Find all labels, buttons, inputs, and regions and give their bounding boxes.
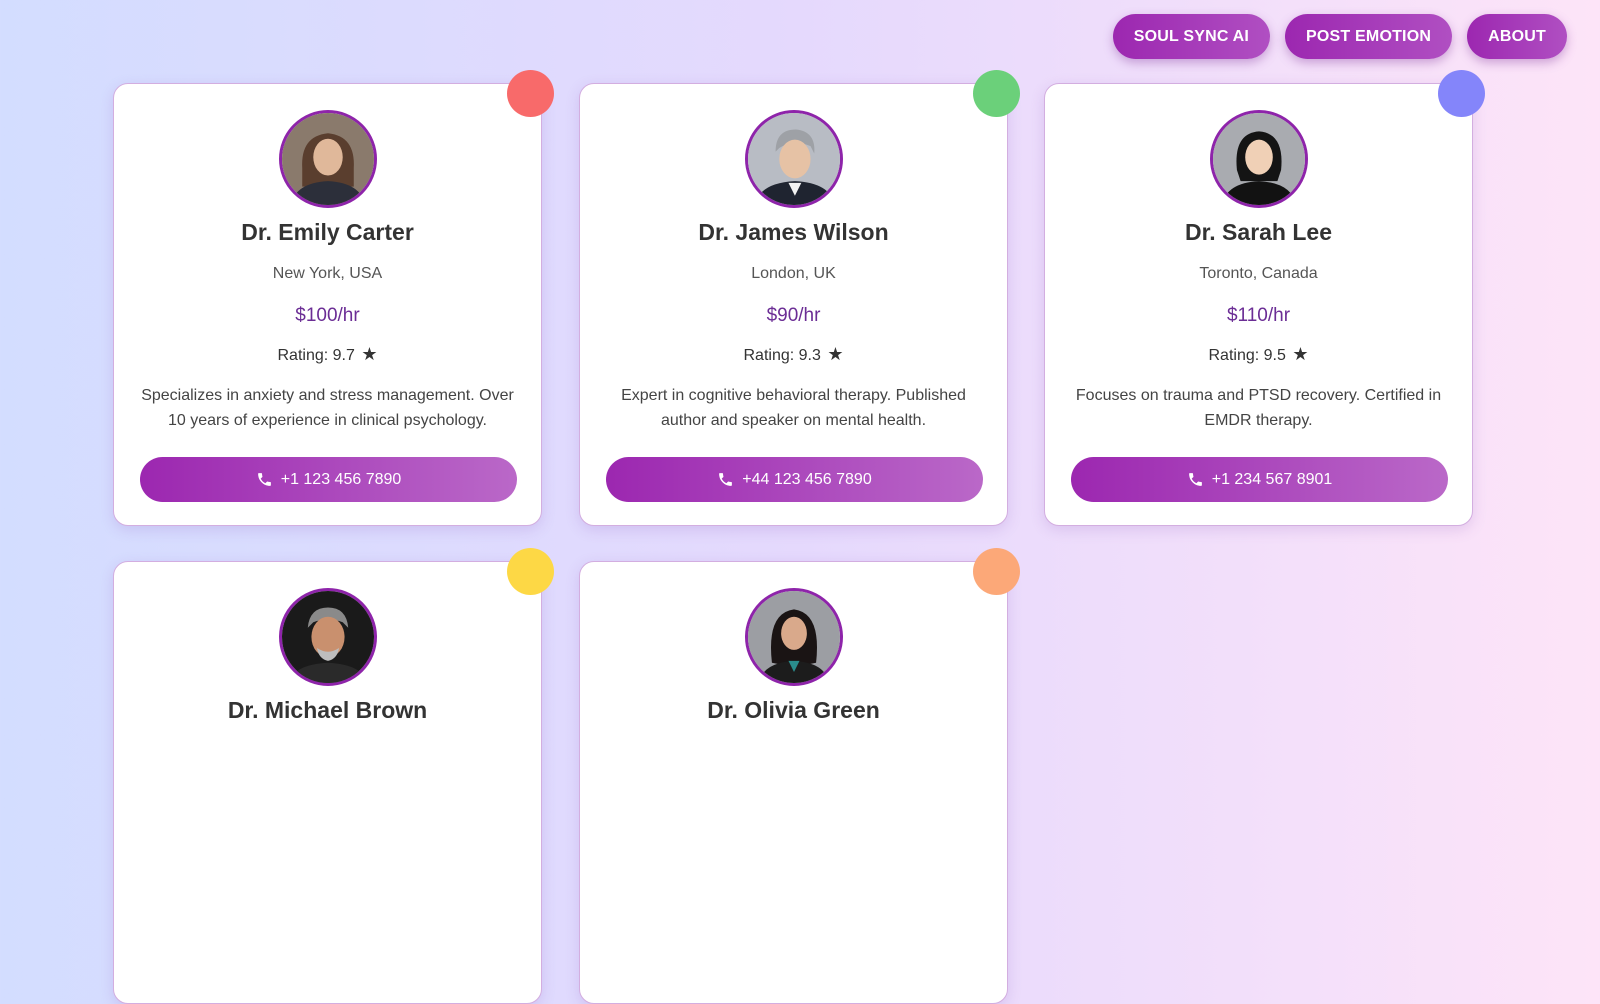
doctor-card: Dr. Michael Brown bbox=[113, 548, 554, 1004]
nav-soul-sync-ai-button[interactable]: SOUL SYNC AI bbox=[1112, 14, 1271, 59]
card-accent-dot bbox=[507, 548, 554, 595]
phone-number: +44 123 456 7890 bbox=[742, 470, 872, 488]
doctor-avatar bbox=[1209, 110, 1308, 208]
doctor-rating: Rating: 9.3 ★ bbox=[580, 344, 1007, 365]
doctor-name: Dr. Sarah Lee bbox=[1184, 219, 1333, 245]
doctor-avatar bbox=[278, 588, 377, 686]
call-doctor-button[interactable]: +44 123 456 7890 bbox=[606, 457, 983, 502]
star-icon: ★ bbox=[827, 344, 844, 364]
doctor-location: Toronto, Canada bbox=[1199, 265, 1318, 282]
card-accent-dot bbox=[973, 548, 1020, 595]
doctor-avatar bbox=[744, 110, 843, 208]
doctor-description: Focuses on trauma and PTSD recovery. Cer… bbox=[1075, 387, 1442, 429]
nav-about-button[interactable]: ABOUT bbox=[1467, 14, 1567, 59]
phone-icon bbox=[257, 473, 271, 486]
doctor-description: Expert in cognitive behavioral therapy. … bbox=[621, 387, 966, 429]
doctor-price: $90/hr bbox=[766, 305, 821, 326]
doctor-name: Dr. Emily Carter bbox=[241, 219, 414, 245]
doctor-rating: Rating: 9.7 ★ bbox=[114, 344, 541, 365]
rating-text: Rating: 9.7 bbox=[277, 347, 355, 364]
rating-text: Rating: 9.5 bbox=[1208, 347, 1286, 364]
doctor-card: Dr. Olivia Green bbox=[579, 548, 1020, 1004]
card-accent-dot bbox=[973, 70, 1020, 117]
doctor-name: Dr. Olivia Green bbox=[707, 697, 880, 723]
doctor-rating: Rating: 9.5 ★ bbox=[1045, 344, 1472, 365]
doctor-card: Dr. James Wilson London, UK $90/hr Ratin… bbox=[579, 70, 1020, 526]
doctor-name: Dr. James Wilson bbox=[698, 219, 889, 245]
doctor-price: $110/hr bbox=[1226, 305, 1291, 326]
doctor-description: Specializes in anxiety and stress manage… bbox=[141, 387, 514, 429]
doctor-avatar bbox=[744, 588, 843, 686]
doctor-location: London, UK bbox=[751, 265, 836, 282]
doctor-card: Dr. Emily Carter New York, USA $100/hr R… bbox=[113, 70, 554, 526]
phone-icon bbox=[719, 473, 733, 486]
card-accent-dot bbox=[1438, 70, 1485, 117]
nav-post-emotion-button[interactable]: POST EMOTION bbox=[1285, 14, 1453, 59]
doctor-card: Dr. Sarah Lee Toronto, Canada $110/hr Ra… bbox=[1044, 70, 1485, 526]
rating-text: Rating: 9.3 bbox=[743, 347, 821, 364]
doctor-location: New York, USA bbox=[272, 265, 383, 282]
doctor-avatar bbox=[278, 110, 377, 208]
call-doctor-button[interactable]: +1 123 456 7890 bbox=[140, 457, 517, 502]
doctor-price: $100/hr bbox=[295, 305, 360, 326]
phone-number: +1 123 456 7890 bbox=[280, 470, 402, 488]
call-doctor-button[interactable]: +1 234 567 8901 bbox=[1071, 457, 1448, 502]
star-icon: ★ bbox=[1292, 344, 1309, 364]
top-navigation: SOUL SYNC AI POST EMOTION ABOUT bbox=[1112, 14, 1567, 59]
phone-icon bbox=[1188, 473, 1202, 486]
card-accent-dot bbox=[507, 70, 554, 117]
star-icon: ★ bbox=[361, 344, 378, 364]
phone-number: +1 234 567 8901 bbox=[1211, 470, 1333, 488]
doctor-name: Dr. Michael Brown bbox=[227, 697, 428, 723]
